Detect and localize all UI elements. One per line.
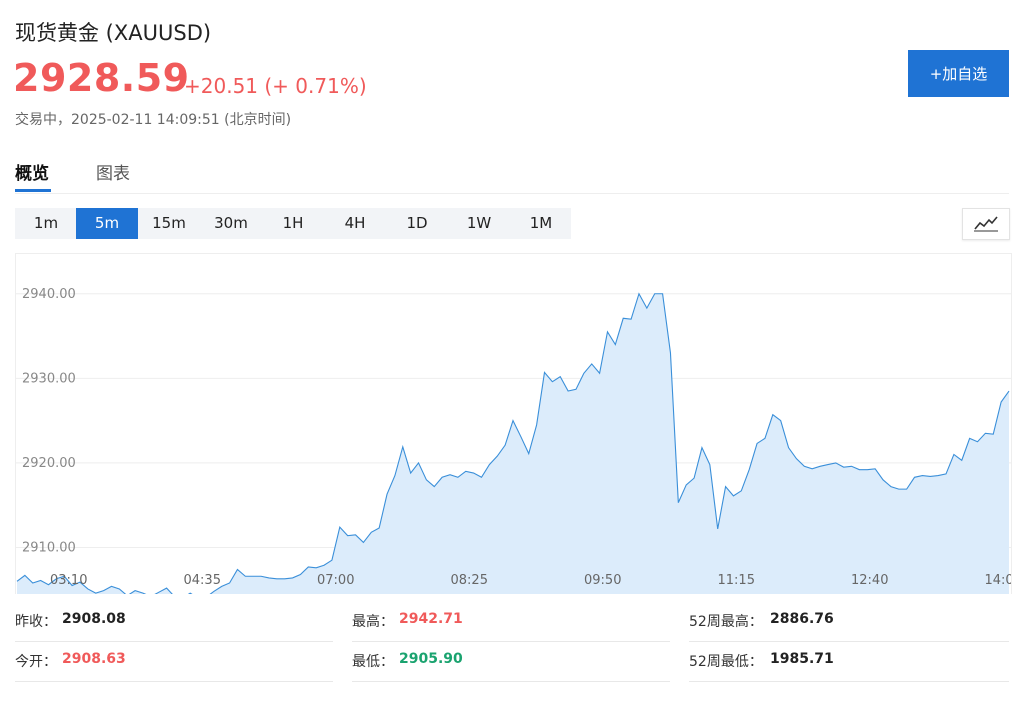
stat-label: 最低： <box>352 654 394 670</box>
stat-52w-high: 52周最高： 2886.76 <box>689 601 1009 642</box>
active-tab-indicator <box>15 189 51 192</box>
current-price: 2928.59 <box>13 56 190 100</box>
interval-4h[interactable]: 4H <box>324 208 386 239</box>
stat-high: 最高： 2942.71 <box>352 601 670 642</box>
stat-value: 2908.63 <box>62 651 126 667</box>
stat-value: 1985.71 <box>770 651 834 667</box>
interval-1mo[interactable]: 1M <box>510 208 572 239</box>
stat-value: 2905.90 <box>399 651 463 667</box>
stat-prev-close: 昨收： 2908.08 <box>15 601 333 642</box>
interval-1m[interactable]: 1m <box>15 208 77 239</box>
y-tick-label: 2940.00 <box>22 287 76 302</box>
x-tick-label: 07:00 <box>317 573 354 588</box>
y-tick-label: 2910.00 <box>22 540 76 555</box>
page-title: 现货黄金 (XAUUSD) <box>15 21 212 45</box>
interval-1h[interactable]: 1H <box>262 208 324 239</box>
tab-bar: 概览 图表 <box>15 155 1009 194</box>
stat-open: 今开： 2908.63 <box>15 641 333 682</box>
y-tick-label: 2930.00 <box>22 371 76 386</box>
chart-type-toggle[interactable] <box>962 208 1010 240</box>
interval-selector: 1m 5m 15m 30m 1H 4H 1D 1W 1M <box>15 208 571 239</box>
interval-1d[interactable]: 1D <box>386 208 448 239</box>
stat-low: 最低： 2905.90 <box>352 641 670 682</box>
y-tick-label: 2920.00 <box>22 456 76 471</box>
stat-52w-low: 52周最低： 1985.71 <box>689 641 1009 682</box>
x-tick-label: 14:00 <box>985 573 1012 588</box>
line-chart-icon <box>974 216 998 232</box>
x-tick-label: 08:25 <box>451 573 488 588</box>
interval-15m[interactable]: 15m <box>138 208 200 239</box>
interval-5m[interactable]: 5m <box>76 208 138 239</box>
stat-label: 52周最高： <box>689 614 763 630</box>
x-tick-label: 03:10 <box>50 573 87 588</box>
interval-1w[interactable]: 1W <box>448 208 510 239</box>
price-area <box>17 293 1009 594</box>
stat-value: 2942.71 <box>399 611 463 627</box>
stat-value: 2886.76 <box>770 611 834 627</box>
x-tick-label: 11:15 <box>718 573 755 588</box>
price-change: +20.51 (+ 0.71%) <box>184 74 367 98</box>
add-to-watchlist-button[interactable]: +加自选 <box>908 50 1009 97</box>
tab-overview[interactable]: 概览 <box>15 159 49 184</box>
trading-status: 交易中，2025-02-11 14:09:51 (北京时间) <box>15 112 292 128</box>
stat-value: 2908.08 <box>62 611 126 627</box>
x-tick-label: 09:50 <box>584 573 621 588</box>
tab-chart[interactable]: 图表 <box>96 159 130 184</box>
price-chart: 2940.00 2930.00 2920.00 2910.00 03:10 04:35 07… <box>15 253 1012 594</box>
price-chart-svg: 2940.00 2930.00 2920.00 2910.00 03:10 04:35 07… <box>16 287 1012 594</box>
x-tick-label: 04:35 <box>184 573 221 588</box>
stat-label: 最高： <box>352 614 394 630</box>
stat-label: 今开： <box>15 654 57 670</box>
x-tick-label: 12:40 <box>851 573 888 588</box>
stat-label: 52周最低： <box>689 654 763 670</box>
stat-label: 昨收： <box>15 614 57 630</box>
interval-30m[interactable]: 30m <box>200 208 262 239</box>
